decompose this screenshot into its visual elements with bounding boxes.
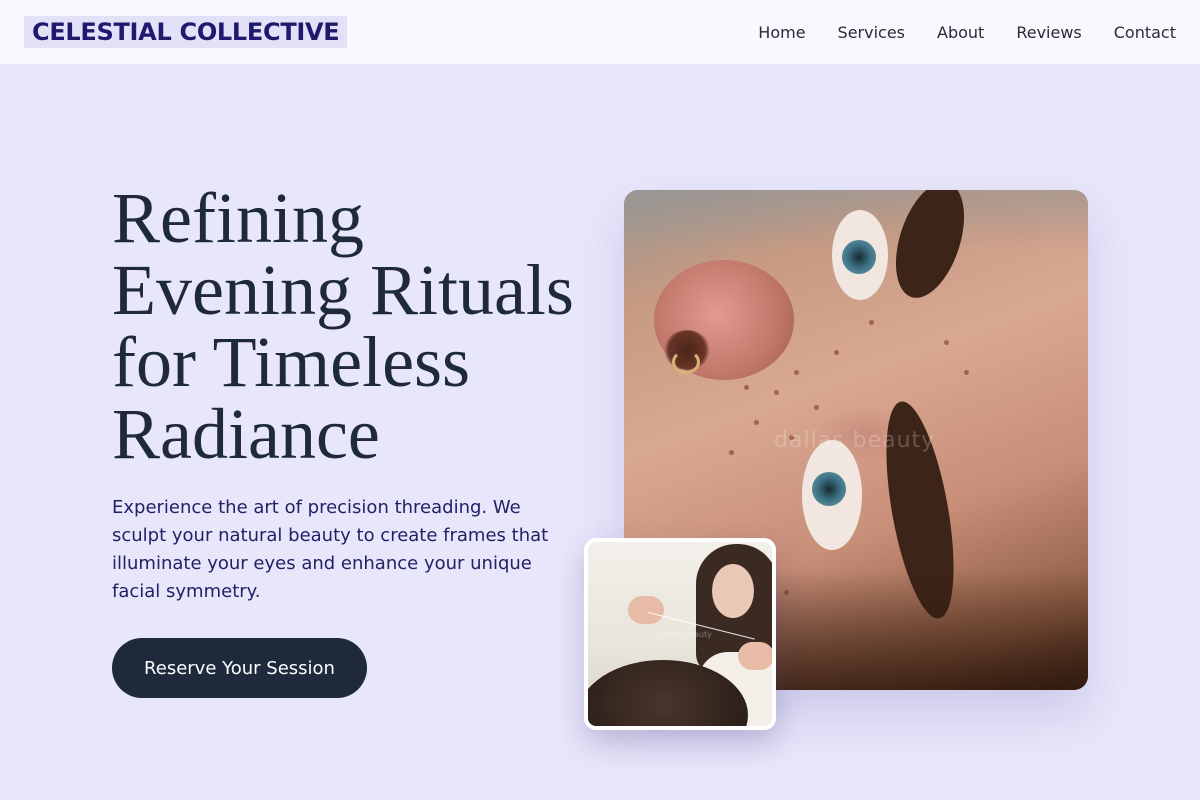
nav-link-contact[interactable]: Contact [1114, 23, 1176, 42]
photo-freckle [729, 450, 734, 455]
photo-freckle [794, 370, 799, 375]
inset-photo-watermark: dallas beauty [658, 630, 712, 639]
photo-iris [842, 240, 876, 274]
main-nav: Home Services About Reviews Contact [758, 0, 1176, 64]
inset-photo-hand [628, 596, 664, 624]
photo-watermark: dallas beauty [774, 428, 936, 453]
inset-photo-face [712, 564, 754, 618]
photo-freckle [744, 385, 749, 390]
photo-iris [812, 472, 846, 506]
brand-logo[interactable]: CELESTIAL COLLECTIVE [24, 16, 348, 48]
photo-freckle [869, 320, 874, 325]
photo-nose-ring [672, 350, 700, 374]
hero-inset-photo: dallas beauty [584, 538, 776, 730]
photo-freckle [814, 405, 819, 410]
photo-freckle [774, 390, 779, 395]
nav-link-home[interactable]: Home [758, 23, 805, 42]
photo-freckle [754, 420, 759, 425]
inset-photo-hand [738, 642, 772, 670]
photo-freckle [964, 370, 969, 375]
nav-link-about[interactable]: About [937, 23, 984, 42]
nav-link-services[interactable]: Services [838, 23, 905, 42]
photo-freckle [834, 350, 839, 355]
photo-freckle [944, 340, 949, 345]
hero-title: Refining Evening Rituals for Timeless Ra… [112, 178, 574, 474]
nav-link-reviews[interactable]: Reviews [1016, 23, 1081, 42]
top-navigation-bar: CELESTIAL COLLECTIVE Home Services About… [0, 0, 1200, 64]
reserve-session-button[interactable]: Reserve Your Session [112, 638, 367, 698]
hero-description: Experience the art of precision threadin… [112, 497, 549, 602]
